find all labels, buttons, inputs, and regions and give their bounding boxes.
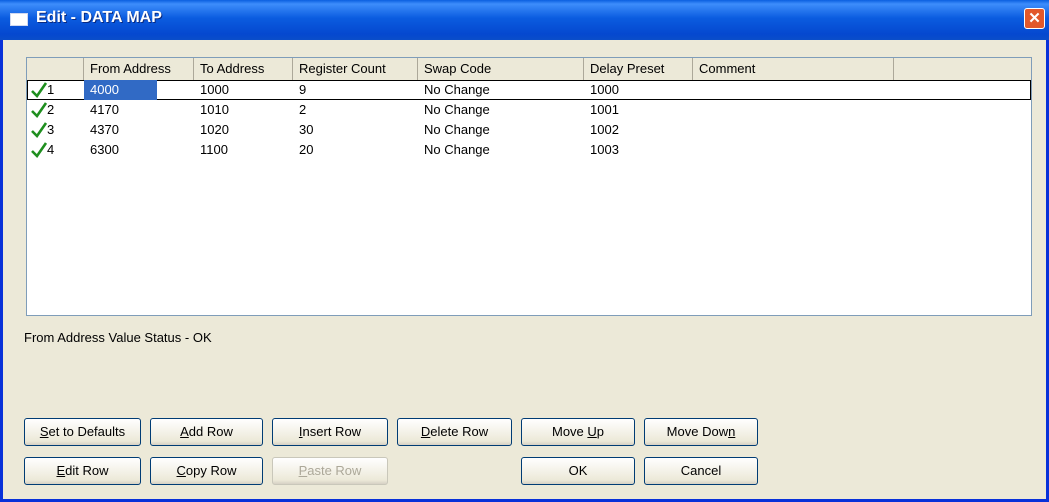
table-row[interactable]: 2 4170 1010 2 No Change 1001 (27, 100, 1031, 120)
checkmark-icon (31, 102, 48, 119)
ok-button[interactable]: OK (521, 457, 635, 485)
delete-row-button[interactable]: Delete Row (397, 418, 512, 446)
close-button[interactable]: ✕ (1024, 8, 1045, 29)
data-map-grid[interactable]: From Address To Address Register Count S… (26, 57, 1032, 316)
checkmark-icon (31, 122, 48, 139)
row-number: 2 (47, 102, 55, 117)
cell-delay-preset[interactable]: 1003 (584, 140, 693, 160)
cell-delay-preset[interactable]: 1002 (584, 120, 693, 140)
cell-register-count[interactable]: 20 (293, 140, 418, 160)
cell-to-address[interactable]: 1100 (194, 140, 293, 160)
cell-from-address[interactable]: 4000 (84, 80, 157, 100)
header-to-address[interactable]: To Address (194, 58, 293, 80)
cancel-button[interactable]: Cancel (644, 457, 758, 485)
header-register-count[interactable]: Register Count (293, 58, 418, 80)
row-number: 1 (47, 82, 55, 97)
cell-comment[interactable] (693, 120, 894, 140)
cell-comment[interactable] (693, 80, 894, 100)
header-comment[interactable]: Comment (693, 58, 894, 80)
paste-row-button[interactable]: Paste Row (272, 457, 388, 485)
cell-to-address[interactable]: 1020 (194, 120, 293, 140)
table-row[interactable]: 4 6300 1100 20 No Change 1003 (27, 140, 1031, 160)
title-bar[interactable]: Edit - DATA MAP ✕ (0, 0, 1049, 40)
table-row[interactable]: 3 4370 1020 30 No Change 1002 (27, 120, 1031, 140)
window-icon (10, 13, 28, 26)
cell-to-address[interactable]: 1010 (194, 100, 293, 120)
cell-delay-preset[interactable]: 1001 (584, 100, 693, 120)
cell-register-count[interactable]: 2 (293, 100, 418, 120)
cell-swap-code[interactable]: No Change (418, 100, 584, 120)
cell-comment[interactable] (693, 100, 894, 120)
edit-data-map-dialog: Edit - DATA MAP ✕ From Address To Addres… (0, 0, 1049, 502)
edit-row-button[interactable]: Edit Row (24, 457, 141, 485)
status-text: From Address Value Status - OK (24, 330, 212, 345)
cell-from-address[interactable]: 4170 (84, 100, 194, 120)
checkmark-icon (31, 142, 48, 159)
header-swap-code[interactable]: Swap Code (418, 58, 584, 80)
move-up-button[interactable]: Move Up (521, 418, 635, 446)
grid-header: From Address To Address Register Count S… (27, 58, 1031, 81)
table-row[interactable]: 1 4000 1000 9 No Change 1000 (27, 80, 1031, 100)
cell-register-count[interactable]: 9 (293, 80, 418, 100)
copy-row-button[interactable]: Copy Row (150, 457, 263, 485)
cell-from-address[interactable]: 6300 (84, 140, 194, 160)
move-down-button[interactable]: Move Down (644, 418, 758, 446)
row-number: 3 (47, 122, 55, 137)
cell-swap-code[interactable]: No Change (418, 120, 584, 140)
checkmark-icon (31, 82, 48, 99)
header-delay-preset[interactable]: Delay Preset (584, 58, 693, 80)
cell-register-count[interactable]: 30 (293, 120, 418, 140)
row-number: 4 (47, 142, 55, 157)
set-to-defaults-button[interactable]: Set to Defaults (24, 418, 141, 446)
window-title: Edit - DATA MAP (36, 9, 162, 26)
cell-swap-code[interactable]: No Change (418, 80, 584, 100)
cell-swap-code[interactable]: No Change (418, 140, 584, 160)
cell-comment[interactable] (693, 140, 894, 160)
header-row-number (27, 58, 84, 80)
cell-delay-preset[interactable]: 1000 (584, 80, 693, 100)
cell-to-address[interactable]: 1000 (194, 80, 293, 100)
header-from-address[interactable]: From Address (84, 58, 194, 80)
insert-row-button[interactable]: Insert Row (272, 418, 388, 446)
cell-from-address[interactable]: 4370 (84, 120, 194, 140)
add-row-button[interactable]: Add Row (150, 418, 263, 446)
